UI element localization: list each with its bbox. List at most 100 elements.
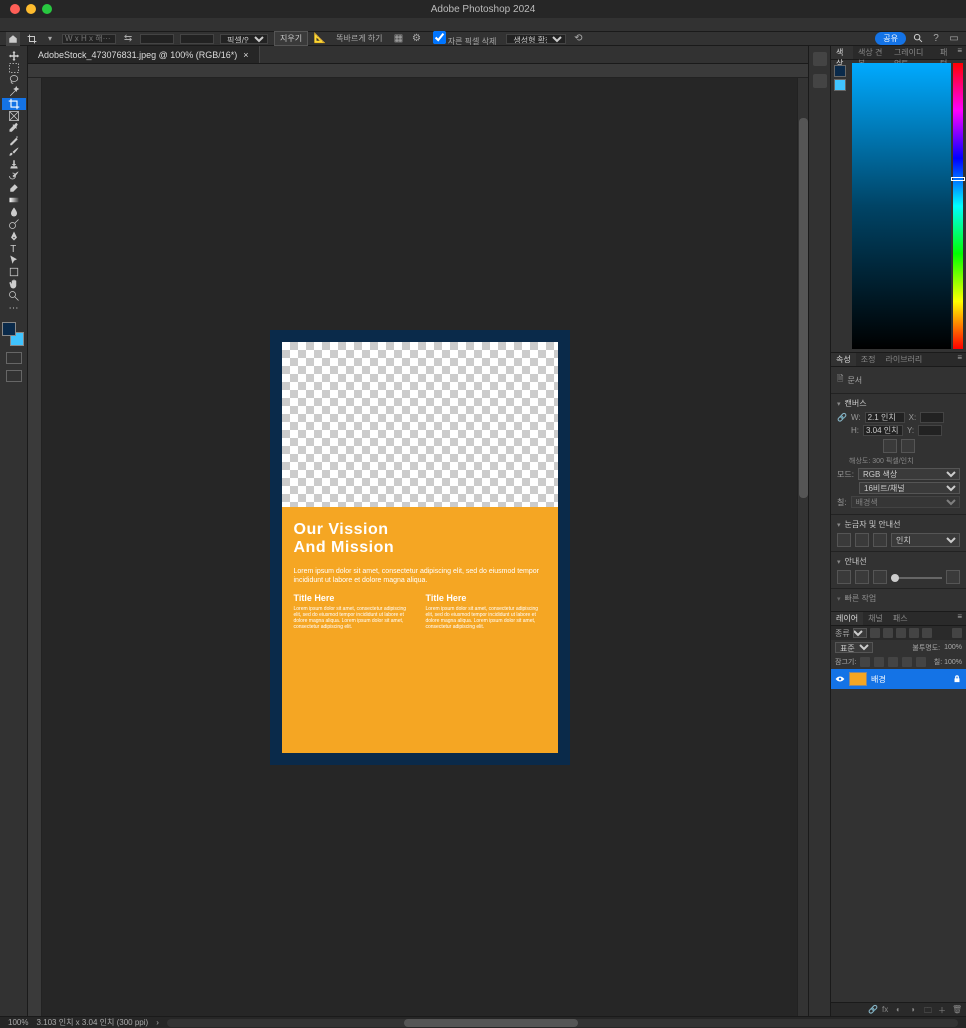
horizontal-scrollbar[interactable] <box>167 1019 958 1027</box>
gradient-tool-icon[interactable] <box>2 194 26 206</box>
eraser-tool-icon[interactable] <box>2 182 26 194</box>
straighten-label[interactable]: 똑바르게 하기 <box>332 32 386 45</box>
comments-panel-icon[interactable] <box>813 74 827 88</box>
link-icon[interactable]: 🔗 <box>837 413 847 422</box>
panel-foreground-swatch[interactable] <box>834 65 846 77</box>
move-tool-icon[interactable] <box>2 50 26 62</box>
section-guides[interactable]: 안내선 <box>837 556 960 567</box>
history-panel-icon[interactable] <box>813 52 827 66</box>
panel-background-swatch[interactable] <box>834 79 846 91</box>
color-field[interactable] <box>852 63 951 349</box>
close-window-icon[interactable] <box>10 4 20 14</box>
grid-icon[interactable] <box>855 533 869 547</box>
frame-tool-icon[interactable] <box>2 110 26 122</box>
filter-toggle-icon[interactable] <box>952 628 962 638</box>
lock-all-icon[interactable] <box>916 657 926 667</box>
share-button[interactable]: 공유 <box>875 32 906 45</box>
crop-preset-input[interactable] <box>62 34 116 44</box>
blur-tool-icon[interactable] <box>2 206 26 218</box>
tab-adjustments[interactable]: 조정 <box>856 353 881 366</box>
foreground-background-swatches[interactable] <box>2 322 26 346</box>
hue-slider-thumb[interactable] <box>951 177 965 181</box>
orientation-landscape-icon[interactable] <box>901 439 915 453</box>
vertical-scroll-thumb[interactable] <box>799 118 808 498</box>
brush-tool-icon[interactable] <box>2 146 26 158</box>
guide-icon-4[interactable] <box>946 570 960 584</box>
filter-kind-select[interactable] <box>853 628 867 638</box>
hand-tool-icon[interactable] <box>2 278 26 290</box>
width-input[interactable] <box>865 412 905 423</box>
edit-toolbar-icon[interactable]: ⋯ <box>2 302 26 314</box>
home-icon[interactable] <box>6 32 20 46</box>
layer-thumbnail[interactable] <box>849 672 867 686</box>
filter-adjust-icon[interactable] <box>883 628 893 638</box>
dodge-tool-icon[interactable] <box>2 218 26 230</box>
guide-icon-1[interactable] <box>837 570 851 584</box>
gear-icon[interactable]: ⚙ <box>411 33 423 45</box>
maximize-window-icon[interactable] <box>42 4 52 14</box>
section-rulers[interactable]: 눈금자 및 안내선 <box>837 519 960 530</box>
filter-smart-icon[interactable] <box>922 628 932 638</box>
tab-gradient[interactable]: 그레이디언트 <box>889 46 935 59</box>
visibility-eye-icon[interactable] <box>835 674 845 684</box>
guide-v-icon[interactable] <box>873 533 887 547</box>
guide-slider[interactable] <box>891 577 942 579</box>
fill-method-select[interactable]: 생성형 확장 <box>506 34 566 44</box>
search-icon[interactable] <box>912 33 924 45</box>
zoom-level[interactable]: 100% <box>8 1018 28 1027</box>
x-input[interactable] <box>920 412 944 423</box>
panel-menu-icon[interactable]: ≡ <box>956 353 966 366</box>
path-selection-tool-icon[interactable] <box>2 254 26 266</box>
blend-mode-select[interactable]: 표준 <box>835 642 873 653</box>
filter-text-icon[interactable] <box>896 628 906 638</box>
lock-artboard-icon[interactable] <box>902 657 912 667</box>
crop-height-input[interactable] <box>180 34 214 44</box>
lock-position-icon[interactable] <box>888 657 898 667</box>
lasso-tool-icon[interactable] <box>2 74 26 86</box>
tab-libraries[interactable]: 라이브러리 <box>880 353 927 366</box>
bit-depth-select[interactable]: 16비트/채널 <box>859 482 960 494</box>
overlay-grid-icon[interactable]: ▦ <box>393 33 405 45</box>
crop-tool-icon[interactable] <box>26 33 38 45</box>
link-layers-icon[interactable]: 🔗 <box>868 1005 878 1015</box>
layer-mask-icon[interactable]: ◐ <box>896 1005 906 1015</box>
magic-wand-tool-icon[interactable] <box>2 86 26 98</box>
guide-icon-3[interactable] <box>873 570 887 584</box>
panel-menu-icon[interactable]: ≡ <box>957 46 966 59</box>
tab-channels[interactable]: 채널 <box>863 612 888 625</box>
lock-transparency-icon[interactable] <box>860 657 870 667</box>
zoom-tool-icon[interactable] <box>2 290 26 302</box>
new-layer-icon[interactable]: ＋ <box>938 1005 948 1015</box>
tab-properties[interactable]: 속성 <box>831 353 856 366</box>
panel-menu-icon[interactable]: ≡ <box>956 612 966 625</box>
section-quick-actions[interactable]: 빠른 작업 <box>837 593 960 604</box>
color-mode-select[interactable]: RGB 색상 <box>858 468 960 480</box>
document-tab[interactable]: AdobeStock_473076831.jpeg @ 100% (RGB/16… <box>28 46 260 63</box>
ruler-icon[interactable] <box>837 533 851 547</box>
canvas-viewport[interactable]: Our Vission And Mission Lorem ipsum dolo… <box>42 78 797 1016</box>
straighten-icon[interactable]: 📐 <box>314 33 326 45</box>
new-fill-icon[interactable]: ◑ <box>910 1005 920 1015</box>
height-input[interactable] <box>863 425 903 436</box>
crop-width-input[interactable] <box>140 34 174 44</box>
workspace-icon[interactable]: ▭ <box>948 33 960 45</box>
swap-dimensions-icon[interactable]: ⇆ <box>122 33 134 45</box>
crop-tool-icon[interactable] <box>2 98 26 110</box>
chevron-right-icon[interactable]: › <box>156 1018 159 1027</box>
reset-icon[interactable]: ⟲ <box>572 33 584 45</box>
tab-swatches[interactable]: 색상 견본 <box>853 46 889 59</box>
lock-icon[interactable] <box>952 674 962 684</box>
filter-shape-icon[interactable] <box>909 628 919 638</box>
horizontal-ruler[interactable] <box>28 64 808 78</box>
section-canvas[interactable]: 캔버스 <box>837 398 960 409</box>
document-info[interactable]: 3.103 인치 x 3.04 인치 (300 ppi) <box>36 1017 148 1028</box>
clear-button[interactable]: 지우기 <box>274 31 308 46</box>
delete-layer-icon[interactable]: 🗑 <box>952 1005 962 1015</box>
tab-layers[interactable]: 레이어 <box>831 612 863 625</box>
screen-mode-icon[interactable] <box>6 370 22 382</box>
marquee-tool-icon[interactable] <box>2 62 26 74</box>
delete-cropped-checkbox[interactable]: 자른 픽셀 삭제 <box>429 30 501 48</box>
lock-image-icon[interactable] <box>874 657 884 667</box>
opacity-value[interactable]: 100% <box>944 644 962 651</box>
ruler-unit-select[interactable]: 인치 <box>891 533 960 547</box>
